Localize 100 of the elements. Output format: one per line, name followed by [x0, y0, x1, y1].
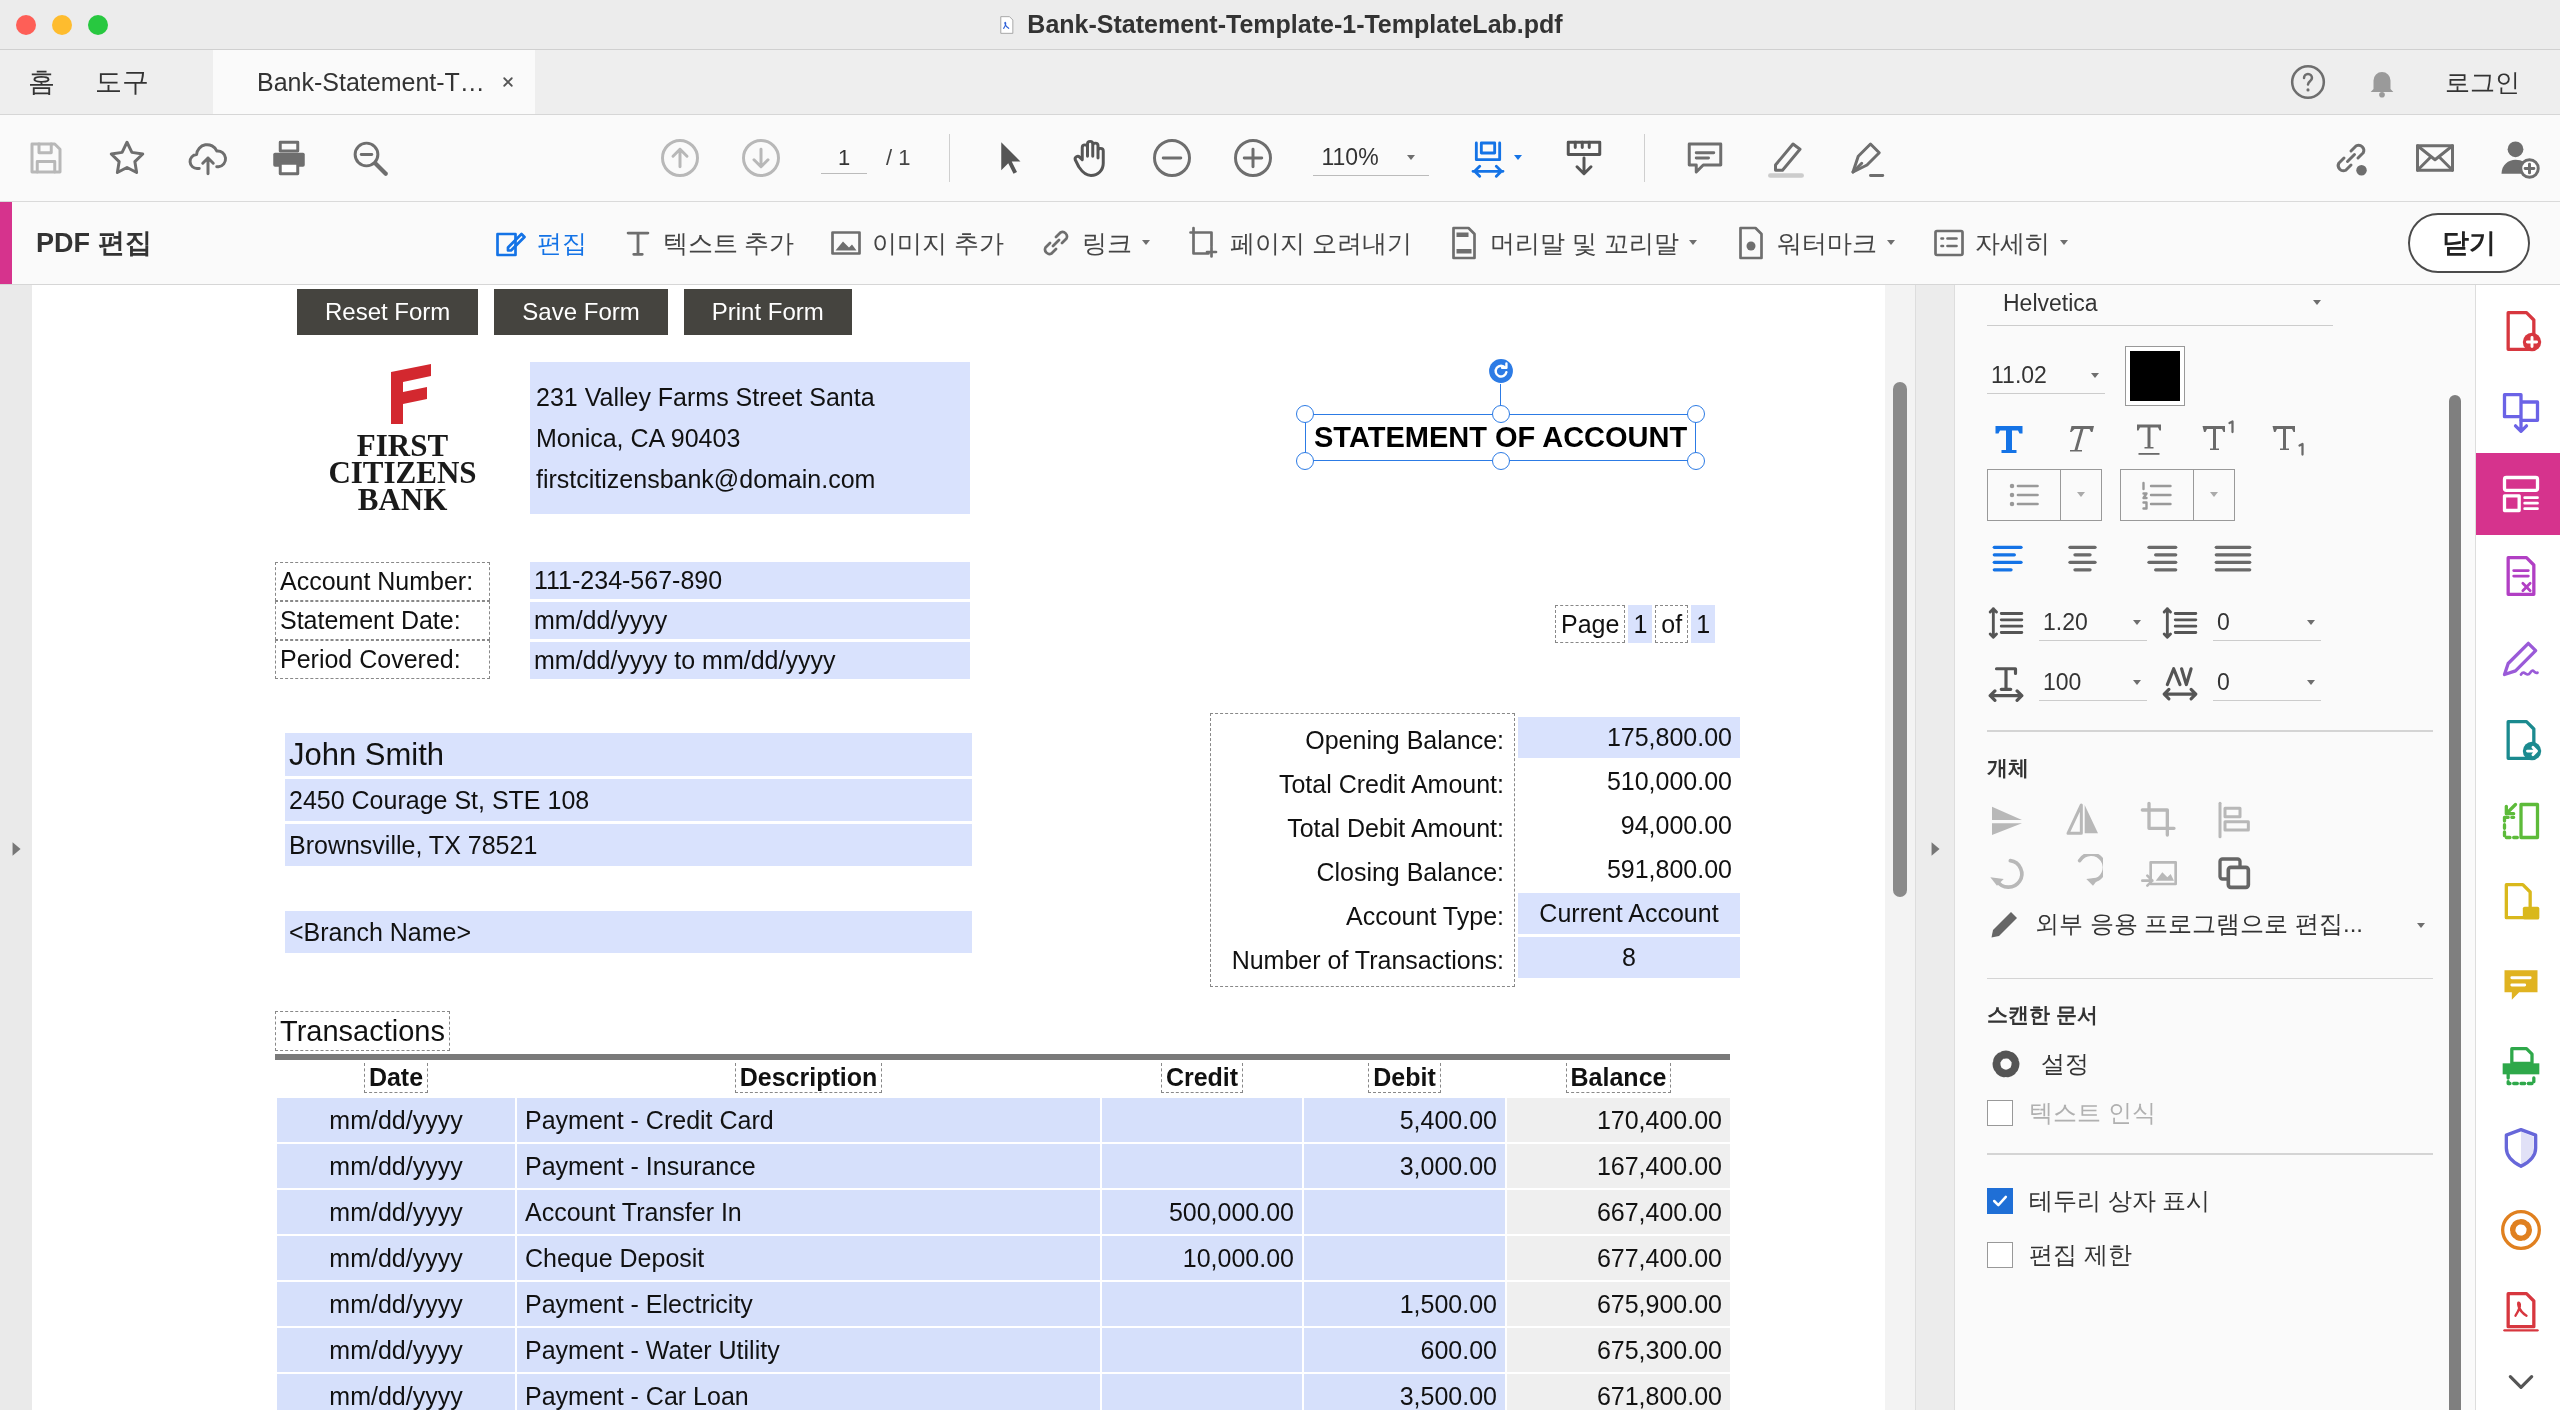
numbered-list-button[interactable] — [2120, 469, 2235, 521]
checkbox[interactable] — [1987, 1241, 2013, 1268]
resize-handle[interactable] — [1687, 452, 1706, 470]
form-field[interactable]: John Smith — [285, 733, 972, 779]
expand-arrow-icon[interactable] — [1929, 840, 1941, 857]
form-button[interactable]: Print Form — [683, 289, 852, 335]
table-cell[interactable]: 671,800.00 — [1506, 1373, 1731, 1410]
form-field[interactable]: 111-234-567-890 — [530, 562, 970, 599]
color-swatch[interactable] — [2125, 346, 2185, 406]
table-cell[interactable]: 167,400.00 — [1506, 1143, 1731, 1189]
character-spacing-dropdown[interactable]: 0 — [2213, 665, 2321, 701]
summary-value[interactable]: 94,000.00 — [1518, 805, 1740, 846]
table-cell[interactable]: 677,400.00 — [1506, 1235, 1731, 1281]
checkbox[interactable] — [1987, 1187, 2013, 1214]
tool-button[interactable]: 편집 — [492, 221, 587, 265]
page-number-field[interactable]: 1 — [821, 142, 867, 174]
paragraph-spacing-icon[interactable] — [2161, 604, 2199, 642]
table-cell[interactable]: mm/dd/yyyy — [276, 1143, 516, 1189]
table-cell[interactable]: Payment - Electricity — [516, 1281, 1101, 1327]
table-cell[interactable]: Account Transfer In — [516, 1189, 1101, 1235]
table-cell[interactable] — [1101, 1281, 1303, 1327]
table-cell[interactable]: 600.00 — [1303, 1327, 1506, 1373]
zoom-dropdown[interactable]: 110% — [1313, 140, 1430, 176]
table-cell[interactable]: Payment - Credit Card — [516, 1097, 1101, 1143]
nav-tab[interactable]: 홈 — [8, 50, 75, 114]
character-spacing-icon[interactable] — [2161, 664, 2199, 702]
paragraph-spacing-dropdown[interactable]: 0 — [2213, 605, 2321, 641]
expand-arrow-icon[interactable] — [10, 840, 22, 857]
table-cell[interactable] — [1101, 1097, 1303, 1143]
table-cell[interactable]: 675,300.00 — [1506, 1327, 1731, 1373]
line-spacing-dropdown[interactable]: 1.20 — [2039, 605, 2147, 641]
form-field[interactable]: Brownsville, TX 78521 — [285, 824, 972, 869]
form-field[interactable]: <Branch Name> — [285, 911, 972, 956]
external-edit-button[interactable]: 외부 응용 프로그램으로 편집... — [1987, 905, 2427, 942]
table-cell[interactable]: mm/dd/yyyy — [276, 1281, 516, 1327]
table-cell[interactable]: Cheque Deposit — [516, 1235, 1101, 1281]
table-cell[interactable]: mm/dd/yyyy — [276, 1189, 516, 1235]
summary-value[interactable]: 510,000.00 — [1518, 761, 1740, 802]
summary-value[interactable]: 591,800.00 — [1518, 849, 1740, 890]
table-cell[interactable]: 1,500.00 — [1303, 1281, 1506, 1327]
tool-button[interactable]: 페이지 오려내기 — [1186, 221, 1413, 265]
settings-button[interactable]: 설정 — [1987, 1045, 2475, 1083]
close-button[interactable]: 닫기 — [2408, 213, 2530, 273]
form-button[interactable]: Save Form — [494, 289, 668, 335]
table-cell[interactable]: mm/dd/yyyy — [276, 1373, 516, 1410]
table-cell[interactable]: mm/dd/yyyy — [276, 1097, 516, 1143]
bullet-list-button[interactable] — [1987, 469, 2102, 521]
table-cell[interactable]: Payment - Water Utility — [516, 1327, 1101, 1373]
login-link[interactable]: 로그인 — [2445, 65, 2520, 99]
horizontal-scale-icon[interactable] — [1987, 664, 2025, 702]
total-pages-field[interactable]: 1 — [1691, 605, 1716, 643]
table-cell[interactable]: Payment - Car Loan — [516, 1373, 1101, 1410]
font-size-dropdown[interactable]: 11.02 — [1987, 358, 2105, 394]
table-cell[interactable]: 10,000.00 — [1101, 1235, 1303, 1281]
table-cell[interactable]: 3,500.00 — [1303, 1373, 1506, 1410]
table-cell[interactable]: 667,400.00 — [1506, 1189, 1731, 1235]
table-cell[interactable]: 5,400.00 — [1303, 1097, 1506, 1143]
scrollbar-thumb[interactable] — [1893, 382, 1907, 897]
address-field[interactable]: 231 Valley Farms Street Santa Monica, CA 90403 firstcitizensbank@domain.com — [530, 362, 970, 514]
form-button[interactable]: Reset Form — [297, 289, 479, 335]
resize-handle[interactable] — [1491, 405, 1510, 423]
table-cell[interactable]: 3,000.00 — [1303, 1143, 1506, 1189]
resize-handle[interactable] — [1296, 452, 1314, 470]
tool-button[interactable]: 링크 — [1038, 221, 1153, 265]
line-spacing-icon[interactable] — [1987, 604, 2025, 642]
close-window-button[interactable] — [16, 14, 36, 35]
tool-button[interactable]: 텍스트 추가 — [620, 222, 795, 264]
nav-tab[interactable]: 도구 — [75, 50, 169, 114]
tool-button[interactable]: 자세히 — [1931, 221, 2071, 265]
tool-rail-button[interactable] — [2476, 453, 2560, 536]
horizontal-scale-dropdown[interactable]: 100 — [2039, 665, 2147, 701]
table-cell[interactable] — [1303, 1235, 1506, 1281]
zoom-out-icon[interactable] — [1151, 137, 1194, 179]
resize-handle[interactable] — [1491, 452, 1510, 470]
summary-value[interactable]: 8 — [1518, 937, 1740, 978]
resize-handle[interactable] — [1687, 405, 1706, 423]
rotate-handle-icon[interactable] — [1487, 358, 1514, 384]
table-cell[interactable]: 170,400.00 — [1506, 1097, 1731, 1143]
tool-button[interactable]: 워터마크 — [1733, 221, 1898, 265]
table-cell[interactable]: 675,900.00 — [1506, 1281, 1731, 1327]
table-cell[interactable] — [1101, 1143, 1303, 1189]
table-cell[interactable] — [1101, 1373, 1303, 1410]
zoom-in-icon[interactable] — [1232, 137, 1275, 179]
document-tab[interactable]: Bank-Statement-T… — [213, 50, 535, 114]
tool-button[interactable]: 머리말 및 꼬리말 — [1446, 221, 1700, 265]
table-cell[interactable]: Payment - Insurance — [516, 1143, 1101, 1189]
summary-value[interactable]: 175,800.00 — [1518, 717, 1740, 758]
font-dropdown[interactable]: Helvetica — [1987, 285, 2333, 326]
resize-handle[interactable] — [1296, 405, 1314, 423]
table-cell[interactable] — [1303, 1189, 1506, 1235]
tool-button[interactable]: 이미지 추가 — [828, 221, 1005, 265]
form-field[interactable]: 2450 Courage St, STE 108 — [285, 779, 972, 824]
help-icon[interactable] — [2289, 63, 2327, 101]
scrollbar-thumb[interactable] — [2449, 395, 2461, 1410]
form-field[interactable]: mm/dd/yyyy — [530, 602, 970, 639]
summary-value[interactable]: Current Account — [1518, 893, 1740, 934]
table-cell[interactable]: 500,000.00 — [1101, 1189, 1303, 1235]
form-field[interactable]: mm/dd/yyyy to mm/dd/yyyy — [530, 642, 970, 679]
table-cell[interactable]: mm/dd/yyyy — [276, 1327, 516, 1373]
table-cell[interactable]: mm/dd/yyyy — [276, 1235, 516, 1281]
